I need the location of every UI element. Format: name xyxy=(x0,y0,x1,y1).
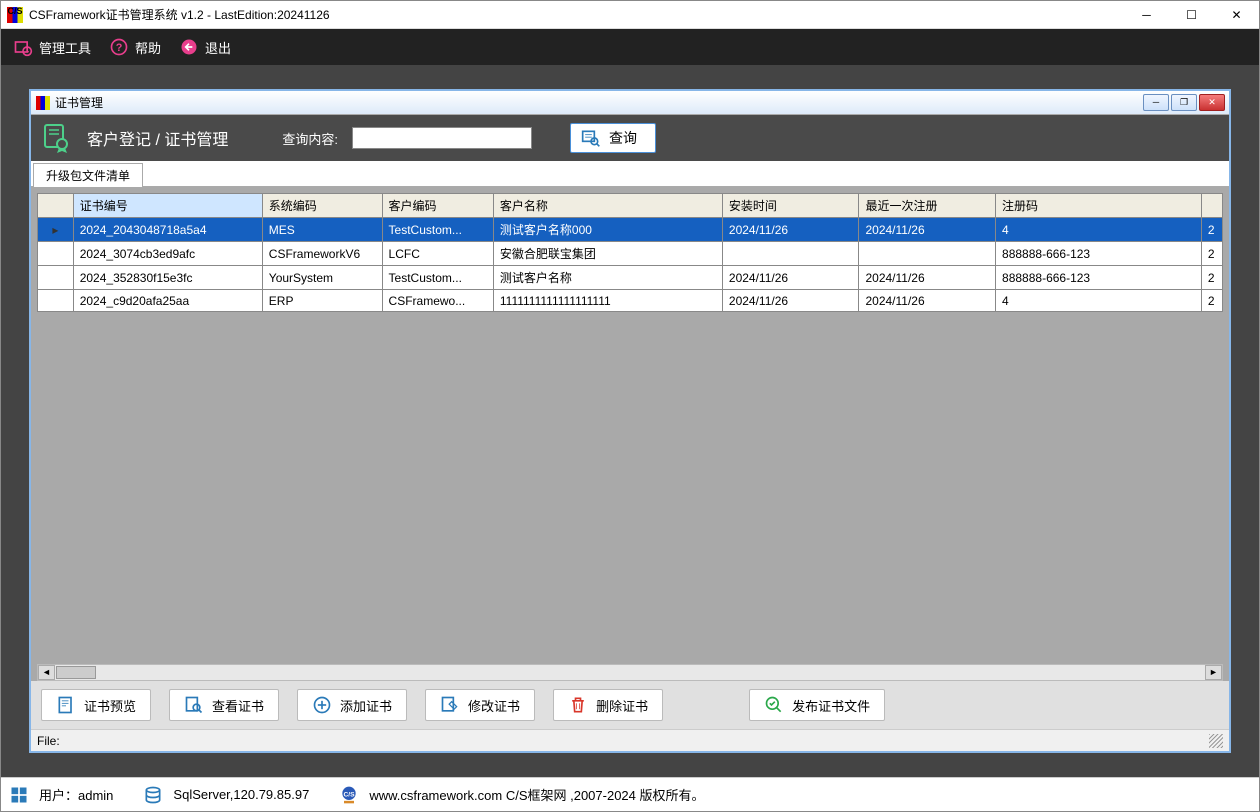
certificate-icon xyxy=(41,122,73,154)
add-icon xyxy=(312,695,332,715)
table-row[interactable]: 2024_352830f15e3fcYourSystemTestCustom..… xyxy=(38,266,1223,290)
status-user: 用户：admin xyxy=(39,785,113,804)
col-lastreg[interactable]: 最近一次注册 xyxy=(859,194,996,218)
svg-text:C/S: C/S xyxy=(344,791,356,798)
search-bar: 客户登记 / 证书管理 查询内容: 查询 xyxy=(31,115,1229,161)
col-custname[interactable]: 客户名称 xyxy=(493,194,722,218)
svg-text:?: ? xyxy=(116,42,123,54)
resize-grip[interactable] xyxy=(1209,734,1223,748)
menu-exit[interactable]: 退出 xyxy=(179,37,231,57)
inner-app-icon xyxy=(36,96,50,110)
user-icon xyxy=(9,785,29,805)
header-row: 证书编号 系统编码 客户编码 客户名称 安装时间 最近一次注册 注册码 xyxy=(38,194,1223,218)
statusbar: 用户：admin SqlServer,120.79.85.97 C/S www.… xyxy=(1,777,1259,811)
data-grid[interactable]: 证书编号 系统编码 客户编码 客户名称 安装时间 最近一次注册 注册码 ▸ 20… xyxy=(37,193,1223,312)
action-bar: 证书预览 查看证书 添加证书 修改证书 删除证书 xyxy=(31,681,1229,729)
horizontal-scrollbar[interactable]: ◄ ► xyxy=(37,664,1223,681)
window-title: CSFramework证书管理系统 v1.2 - LastEdition:202… xyxy=(29,6,1124,23)
tools-icon xyxy=(13,37,33,57)
inner-close-button[interactable]: ✕ xyxy=(1199,94,1225,111)
edit-button[interactable]: 修改证书 xyxy=(425,689,535,721)
preview-icon xyxy=(56,695,76,715)
database-icon xyxy=(143,785,163,805)
file-row: File: xyxy=(31,729,1229,751)
menu-help[interactable]: ? 帮助 xyxy=(109,37,161,57)
rowhead-col[interactable] xyxy=(38,194,74,218)
help-icon: ? xyxy=(109,37,129,57)
maximize-button[interactable]: ☐ xyxy=(1169,1,1214,29)
titlebar: C/S CSFramework证书管理系统 v1.2 - LastEdition… xyxy=(1,1,1259,29)
scroll-left-icon[interactable]: ◄ xyxy=(38,665,55,680)
delete-icon xyxy=(568,695,588,715)
header-label: 客户登记 / 证书管理 xyxy=(87,126,228,150)
publish-icon xyxy=(764,695,784,715)
close-button[interactable]: ✕ xyxy=(1214,1,1259,29)
menubar: 管理工具 ? 帮助 退出 xyxy=(1,29,1259,65)
scroll-right-icon[interactable]: ► xyxy=(1205,665,1222,680)
search-icon xyxy=(581,128,601,148)
content-area: 证书管理 ─ ❐ ✕ 客户登记 / 证书管理 查询内容: 查询 升级包文件清单 xyxy=(1,65,1259,777)
col-extra[interactable] xyxy=(1201,194,1222,218)
col-regcode[interactable]: 注册码 xyxy=(996,194,1202,218)
table-row[interactable]: 2024_c9d20afa25aaERPCSFramewo...11111111… xyxy=(38,290,1223,312)
inner-window: 证书管理 ─ ❐ ✕ 客户登记 / 证书管理 查询内容: 查询 升级包文件清单 xyxy=(29,89,1231,753)
query-button[interactable]: 查询 xyxy=(570,123,656,153)
col-syscode[interactable]: 系统编码 xyxy=(262,194,382,218)
col-certno[interactable]: 证书编号 xyxy=(73,194,262,218)
publish-button[interactable]: 发布证书文件 xyxy=(749,689,885,721)
grid-area: 证书编号 系统编码 客户编码 客户名称 安装时间 最近一次注册 注册码 ▸ 20… xyxy=(31,187,1229,681)
main-window: C/S CSFramework证书管理系统 v1.2 - LastEdition… xyxy=(0,0,1260,812)
status-db: SqlServer,120.79.85.97 xyxy=(173,787,309,802)
view-icon xyxy=(184,695,204,715)
file-label: File: xyxy=(37,734,60,748)
col-install[interactable]: 安装时间 xyxy=(722,194,859,218)
inner-title: 证书管理 xyxy=(55,94,1143,111)
app-icon: C/S xyxy=(7,7,23,23)
inner-titlebar: 证书管理 ─ ❐ ✕ xyxy=(31,91,1229,115)
table-row[interactable]: 2024_3074cb3ed9afcCSFrameworkV6LCFC安徽合肥联… xyxy=(38,242,1223,266)
status-copyright: www.csframework.com C/S框架网 ,2007-2024 版权… xyxy=(369,785,704,804)
inner-minimize-button[interactable]: ─ xyxy=(1143,94,1169,111)
tabs: 升级包文件清单 xyxy=(31,161,1229,187)
view-button[interactable]: 查看证书 xyxy=(169,689,279,721)
query-label: 查询内容: xyxy=(282,129,338,148)
edit-icon xyxy=(440,695,460,715)
menu-tools[interactable]: 管理工具 xyxy=(13,37,91,57)
logo-icon: C/S xyxy=(339,785,359,805)
preview-button[interactable]: 证书预览 xyxy=(41,689,151,721)
row-indicator: ▸ xyxy=(38,218,74,242)
exit-icon xyxy=(179,37,199,57)
inner-maximize-button[interactable]: ❐ xyxy=(1171,94,1197,111)
tab-files[interactable]: 升级包文件清单 xyxy=(33,163,143,187)
search-input[interactable] xyxy=(352,127,532,149)
table-row[interactable]: ▸ 2024_2043048718a5a4MESTestCustom...测试客… xyxy=(38,218,1223,242)
add-button[interactable]: 添加证书 xyxy=(297,689,407,721)
delete-button[interactable]: 删除证书 xyxy=(553,689,663,721)
col-custcode[interactable]: 客户编码 xyxy=(382,194,493,218)
minimize-button[interactable]: ─ xyxy=(1124,1,1169,29)
scroll-thumb[interactable] xyxy=(56,666,96,679)
